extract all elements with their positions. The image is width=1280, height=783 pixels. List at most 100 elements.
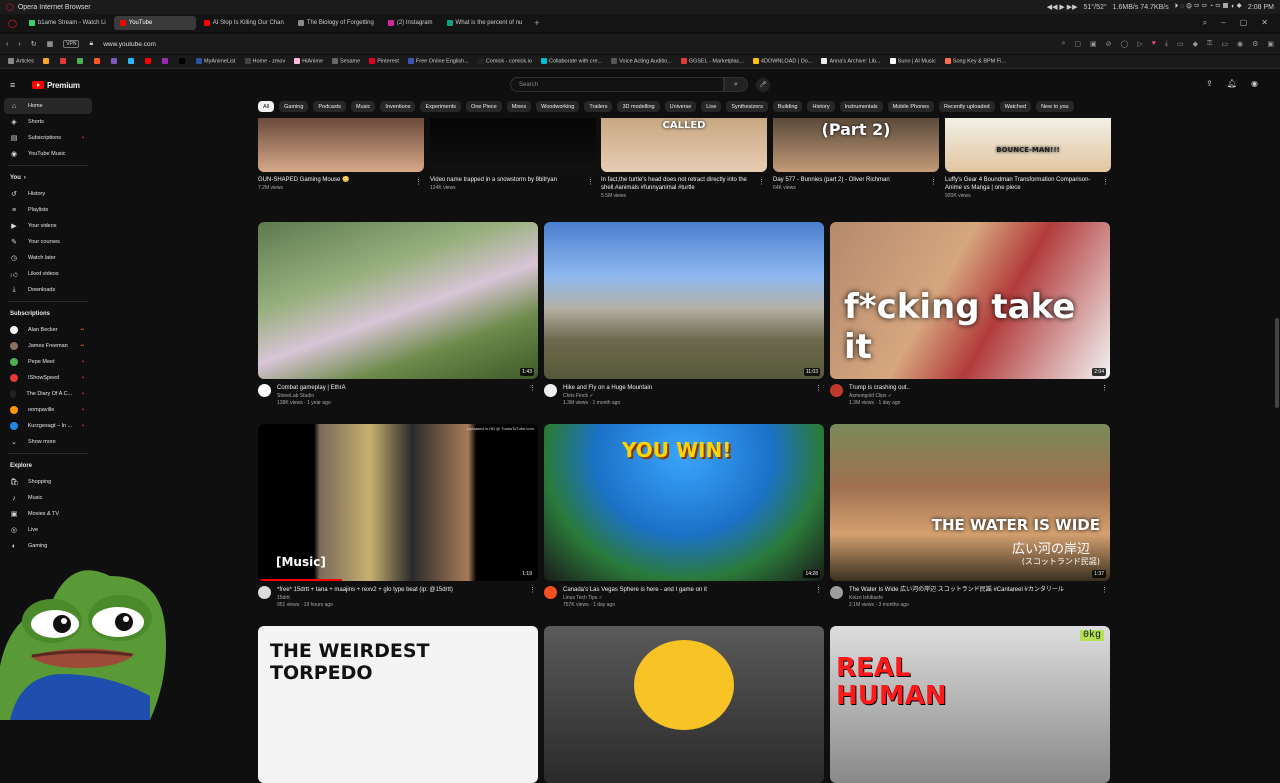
short-title[interactable]: In fact,the turtle's head does not retra… xyxy=(601,176,767,192)
video-title[interactable]: Canada's Las Vegas Sphere is here - and … xyxy=(563,586,707,594)
heart-icon[interactable]: ♥ xyxy=(1152,40,1156,48)
sidebar-item-your-videos[interactable]: ▶ Your videos xyxy=(0,218,96,234)
bookmark-item[interactable] xyxy=(60,58,68,65)
profile-icon[interactable]: ◉ xyxy=(1237,40,1243,48)
url-field[interactable]: www.youtube.com xyxy=(103,41,156,48)
sidebar-item-playlists[interactable]: ≡ Playlists xyxy=(0,202,96,218)
channel-name[interactable]: Chris Finck ✓ xyxy=(563,393,652,399)
video-card[interactable]: 11:03 Hike and Fly on a Huge Mountain Ch… xyxy=(544,222,824,406)
video-thumbnail[interactable]: [Music] uploaded in HD @ TunesToTube.com 1… xyxy=(258,424,538,581)
filter-chip[interactable]: Universe xyxy=(664,101,697,112)
filter-chip[interactable]: History xyxy=(807,101,835,112)
channel-avatar[interactable] xyxy=(830,586,843,599)
sidebar-item-music[interactable]: ♪ Music xyxy=(0,490,96,506)
back-icon[interactable]: ‹ xyxy=(6,41,8,48)
sidebar-item-liked-videos[interactable]: 👍︎ Liked videos xyxy=(0,266,96,282)
search-button[interactable]: ⌕ xyxy=(724,77,748,92)
browser-tab[interactable]: AI Slop Is Killing Our Chan xyxy=(198,16,290,30)
settings-icon[interactable]: ⚙ xyxy=(1252,40,1258,48)
bookmark-item[interactable]: 4DOWNLOAD | Do... xyxy=(752,58,812,65)
more-options-icon[interactable]: ⋮ xyxy=(1101,586,1108,594)
short-card[interactable]: Video name trapped in a snowstorm by 8bi… xyxy=(430,118,596,191)
screenshot-icon[interactable]: ▢ xyxy=(1074,40,1081,48)
bookmark-item[interactable] xyxy=(162,58,170,65)
bookmark-item[interactable]: Sesame xyxy=(332,58,360,65)
new-tab-button[interactable]: + xyxy=(530,18,543,28)
bookmark-item[interactable]: Comick - comick.io xyxy=(477,58,532,65)
channel-avatar[interactable] xyxy=(830,384,843,397)
sidebar-item-shopping[interactable]: 🛍︎ Shopping xyxy=(0,474,96,490)
sidebar-item-movies-tv[interactable]: ▣ Movies & TV xyxy=(0,506,96,522)
voice-search-button[interactable]: 🎤︎ xyxy=(756,77,770,92)
minimize-icon[interactable]: – xyxy=(1221,18,1225,28)
short-thumbnail[interactable]: BOUNCE-MAN!!! xyxy=(945,118,1111,172)
channel-avatar[interactable] xyxy=(544,586,557,599)
short-thumbnail[interactable]: (Part 2) xyxy=(773,118,939,172)
sidebar-toggle-icon[interactable]: ▣ xyxy=(1267,40,1274,48)
short-title[interactable]: Day 577 - Bunnies (part 2) - Oliver Rich… xyxy=(773,176,939,184)
sidebar-item-gaming[interactable]: ◐ Gaming xyxy=(0,538,96,554)
notifications-icon[interactable]: 🔔︎ xyxy=(1227,79,1237,88)
maximize-icon[interactable]: ▢ xyxy=(1240,18,1248,28)
filter-chip[interactable]: One Piece xyxy=(466,101,502,112)
forward-icon[interactable]: › xyxy=(18,41,20,48)
filter-chip[interactable]: Experiments xyxy=(420,101,462,112)
video-title[interactable]: Trump is crashing out.. xyxy=(849,384,910,392)
sidebar-subscription-item[interactable]: IShowSpeed • xyxy=(0,370,96,386)
video-thumbnail[interactable]: THE WEIRDEST TORPEDO xyxy=(258,626,538,783)
video-thumbnail[interactable]: REAL HUMAN 0kg xyxy=(830,626,1110,783)
close-window-icon[interactable]: ✕ xyxy=(1261,18,1268,28)
wallet-icon[interactable]: ◆ xyxy=(1193,40,1198,48)
filter-chip[interactable]: Recently uploaded xyxy=(939,101,995,112)
filter-chip[interactable]: Synthesizers xyxy=(726,101,768,112)
browser-tab[interactable]: b1ame Stream - Watch Li xyxy=(23,16,112,30)
adblock-icon[interactable]: ⊘ xyxy=(1106,40,1112,48)
reload-icon[interactable]: ↻ xyxy=(31,40,37,48)
sidebar-subscription-item[interactable]: The Diary Of A C... • xyxy=(0,386,96,402)
more-options-icon[interactable]: ⋮ xyxy=(815,586,822,594)
download-icon[interactable]: ⤓ xyxy=(1165,40,1168,48)
vpn-badge[interactable]: VPN xyxy=(63,40,80,48)
sidebar-item-subscriptions[interactable]: ▤ Subscriptions • xyxy=(0,130,96,146)
channel-name[interactable]: 15drtt xyxy=(277,595,453,601)
tab-grid-icon[interactable]: ▦ xyxy=(47,40,54,48)
bookmark-item[interactable]: Voice Acting Auditio... xyxy=(611,58,672,65)
bookmark-item[interactable]: Pinterest xyxy=(369,58,399,65)
more-options-icon[interactable]: ⋮ xyxy=(815,384,822,392)
video-title[interactable]: *free* 15drtt + tana + maajins + rexv2 +… xyxy=(277,586,453,594)
more-options-icon[interactable]: ⋮ xyxy=(529,384,536,392)
scrollbar-thumb[interactable] xyxy=(1275,318,1279,408)
bookmark-item[interactable]: Suno | AI Music xyxy=(889,58,936,65)
youtube-logo[interactable]: Premium xyxy=(32,81,80,90)
sidebar-item-watch-later[interactable]: ◷ Watch later xyxy=(0,250,96,266)
browser-tab[interactable]: (2) Instagram xyxy=(382,16,439,30)
video-card[interactable]: REAL HUMAN 0kg xyxy=(830,626,1110,783)
filter-chip[interactable]: Instrumentals xyxy=(839,101,883,112)
video-thumbnail[interactable]: 1:43 xyxy=(258,222,538,379)
more-options-icon[interactable]: ⋮ xyxy=(415,178,422,186)
create-icon[interactable]: ⇪ xyxy=(1206,79,1213,88)
bookmark-item[interactable]: Home - zmov xyxy=(244,58,285,65)
short-thumbnail[interactable]: CALLED xyxy=(601,118,767,172)
filter-chip[interactable]: Mixes xyxy=(506,101,532,112)
bookmark-item[interactable] xyxy=(111,58,119,65)
short-thumbnail[interactable] xyxy=(258,118,424,172)
short-card[interactable]: CALLED In fact,the turtle's head does no… xyxy=(601,118,767,199)
player-icon[interactable]: ▷ xyxy=(1137,40,1142,48)
channel-name[interactable]: Linus Tech Tips ✓ xyxy=(563,595,707,601)
share-icon[interactable]: ◯ xyxy=(1121,40,1129,48)
bookmark-item[interactable] xyxy=(94,58,102,65)
video-card[interactable]: THE WATER IS WIDE 広い河の岸辺 (スコットランド民謡) 1:37 T… xyxy=(830,424,1110,608)
sidebar-subscription-item[interactable]: Pepe Meet • xyxy=(0,354,96,370)
filter-chip[interactable]: Gaming xyxy=(279,101,309,112)
channel-avatar[interactable] xyxy=(258,586,271,599)
tray-icons[interactable]: ⏵ ◌ ⚙ ▭ ▭ ◔ ▭ ▦ ◖ ◆ xyxy=(1175,3,1242,11)
short-title[interactable]: GUN-SHAPED Gaming Mouse 😳 xyxy=(258,176,424,184)
bookmark-item[interactable]: Articles xyxy=(8,58,34,65)
sidebar-subscription-item[interactable]: James Freeman •• xyxy=(0,338,96,354)
filter-chip[interactable]: Watched xyxy=(999,101,1032,112)
filter-chip[interactable]: Podcasts xyxy=(313,101,347,112)
short-thumbnail[interactable] xyxy=(430,118,596,172)
sidebar-item-shorts[interactable]: ◈ Shorts xyxy=(0,114,96,130)
video-thumbnail[interactable] xyxy=(544,626,824,783)
